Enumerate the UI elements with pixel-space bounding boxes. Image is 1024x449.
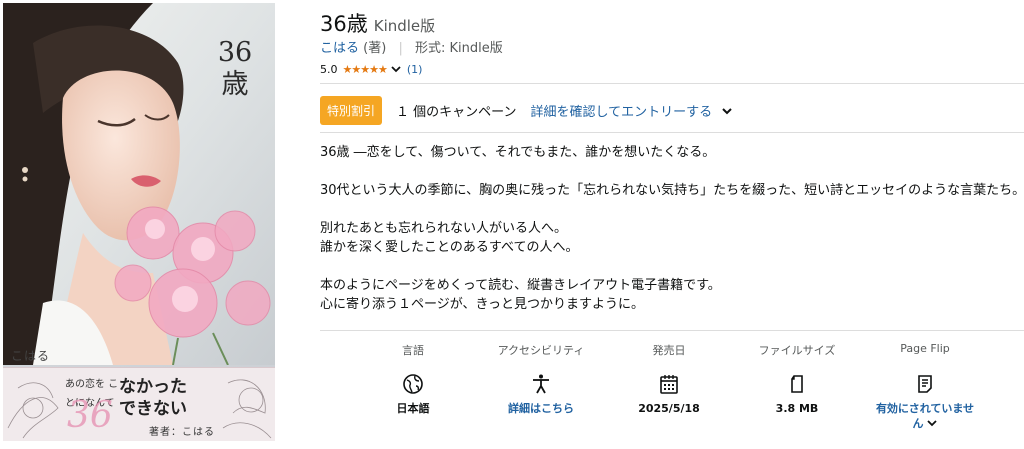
page-flip-status-link[interactable]: 有効にされていません — [875, 401, 975, 431]
attribute-file-size: ファイルサイズ 3.8 MB — [733, 342, 861, 431]
cover-band-number: 36 — [67, 395, 113, 436]
deal-entry-link[interactable]: 詳細を確認してエントリーする — [531, 101, 713, 120]
title-row: 36歳 Kindle版 — [320, 8, 435, 38]
deal-row: 特別割引 １ 個のキャンペーン 詳細を確認してエントリーする — [320, 96, 734, 125]
cover-title: 36 歳 — [213, 37, 257, 101]
product-attributes: 言語 日本語 アクセシビリティ 詳細はこちら 発売日 2025/5/18 ファイ… — [349, 342, 989, 431]
divider — [320, 330, 1024, 331]
attribute-value: 日本語 — [396, 402, 430, 415]
page-flip-icon — [918, 375, 932, 393]
attribute-label: 発売日 — [652, 344, 686, 357]
description-paragraph: 30代という大人の季節に、胸の奥に残った「忘れられない気持ち」たちを綴った、短い… — [320, 183, 1024, 198]
description-paragraph: 別れたあとも忘れられない人がいる人へ。 誰かを深く愛したことのあるすべての人へ。 — [320, 221, 579, 255]
divider — [320, 83, 1024, 84]
file-icon — [791, 375, 803, 393]
author-link[interactable]: こはる — [320, 41, 359, 56]
deal-campaign-count: １ 個のキャンペーン — [396, 105, 517, 120]
book-description: 36歳 ―恋をして、傷ついて、それでもまた、誰かを想いたくなる。 30代という大… — [320, 143, 1024, 314]
attribute-label: アクセシビリティ — [497, 344, 585, 357]
rating-value: 5.0 — [320, 62, 338, 76]
attribute-label: Page Flip — [900, 342, 950, 355]
calendar-icon — [660, 375, 678, 394]
deal-badge: 特別割引 — [320, 96, 383, 125]
chevron-down-icon[interactable] — [926, 417, 938, 429]
format-value: Kindle版 — [449, 41, 503, 56]
cover-band-title-line-2: できない — [119, 399, 187, 419]
chevron-down-icon[interactable] — [389, 62, 403, 76]
cover-band-byline: 著者：こはる — [149, 427, 215, 438]
chevron-down-icon[interactable] — [720, 104, 734, 118]
attribute-label: ファイルサイズ — [758, 344, 836, 357]
author-role: (著) — [363, 41, 387, 56]
attribute-language: 言語 日本語 — [349, 342, 477, 431]
attribute-label: 言語 — [402, 344, 424, 357]
product-title: 36歳 — [320, 12, 368, 36]
format-label: 形式: — [414, 41, 446, 56]
byline-separator: | — [398, 41, 403, 56]
attribute-accessibility[interactable]: アクセシビリティ 詳細はこちら — [477, 342, 605, 431]
attribute-page-flip[interactable]: Page Flip 有効にされていません — [861, 342, 989, 431]
cover-title-char: 歳 — [221, 69, 249, 100]
cover-title-number: 36 — [217, 37, 253, 68]
byline: こはる (著) | 形式: Kindle版 — [320, 37, 503, 56]
rating-row: 5.0 ★★★★★ (1) — [320, 62, 422, 76]
attribute-publication-date: 発売日 2025/5/18 — [605, 342, 733, 431]
globe-icon — [403, 374, 423, 394]
cover-band-title-line-1: なかった — [119, 377, 187, 397]
book-cover[interactable]: 36 歳 こはる あの恋を ことになんて 36 なかった できない 著者：こはる — [3, 3, 275, 441]
rating-count-link[interactable]: (1) — [407, 63, 423, 76]
description-paragraph: 本のようにページをめくって読む、縦書きレイアウト電子書籍です。 心に寄り添う１ペ… — [320, 278, 721, 312]
cover-band-title: なかった できない — [119, 376, 219, 420]
cover-author: こはる — [11, 349, 51, 363]
accessibility-details-link[interactable]: 詳細はこちら — [508, 401, 574, 416]
product-binding: Kindle版 — [373, 17, 436, 35]
divider — [320, 132, 1024, 133]
attribute-value: 2025/5/18 — [638, 402, 700, 415]
accessibility-icon — [533, 374, 549, 394]
attribute-value: 3.8 MB — [775, 402, 819, 415]
star-rating-icon[interactable]: ★★★★★ — [343, 63, 388, 76]
description-paragraph: 36歳 ―恋をして、傷ついて、それでもまた、誰かを想いたくなる。 — [320, 145, 716, 160]
